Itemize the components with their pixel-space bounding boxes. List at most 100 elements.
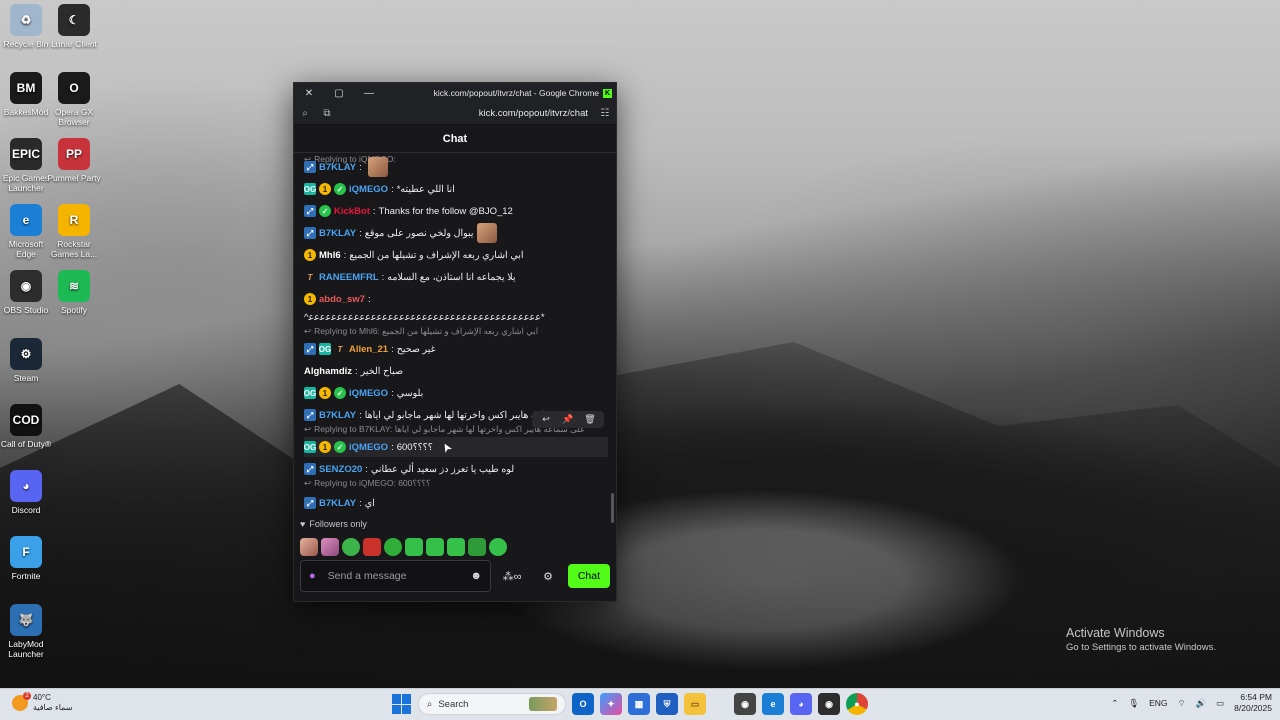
chat-username[interactable]: B7KLAY: [319, 409, 356, 422]
outlook-icon[interactable]: O: [572, 693, 594, 715]
edge-icon: e: [10, 204, 42, 236]
chat-popup-window[interactable]: ✕ ▢ — kick.com/popout/itvrz/chat - Googl…: [293, 82, 617, 602]
chat-username[interactable]: iQMEGO: [349, 441, 388, 454]
chat-message[interactable]: 1 Mhl6: ابي اشاري ربعه الإشراف و تشيلها من…: [304, 245, 608, 265]
emote-button[interactable]: [447, 538, 465, 556]
emote-button[interactable]: [384, 538, 402, 556]
desktop-shortcut[interactable]: ☾ Lunar Client: [46, 4, 102, 49]
zoom-icon[interactable]: ⌕: [294, 108, 316, 119]
chat-username[interactable]: KickBot: [334, 205, 370, 218]
verified-badge-icon: ✓: [334, 441, 346, 453]
emote-button[interactable]: [468, 538, 486, 556]
chat-message-list[interactable]: ↩ Replying to iQMEGO: ⤢ B7KLAY: OG 1 ✓ iQMEGO: *…: [294, 153, 616, 525]
message-text: لوه طيب يا تعرز دز سعيد ألي عطاني: [370, 463, 515, 475]
emote-button[interactable]: [489, 538, 507, 556]
chat-username[interactable]: B7KLAY: [319, 161, 356, 174]
tune-icon[interactable]: ☷: [594, 108, 616, 119]
chat-message[interactable]: OG 1 ✓ iQMEGO: بلوسي: [304, 383, 608, 403]
copilot-icon[interactable]: ✦: [600, 693, 622, 715]
message-input[interactable]: ● Send a message ☻: [300, 560, 491, 592]
desktop-shortcut-label: Opera GX Browser: [54, 107, 94, 127]
start-button[interactable]: [392, 694, 412, 714]
site-info-icon[interactable]: ⧉: [316, 108, 338, 119]
chat-message[interactable]: ^ﻋﻋﻋﻋﻋﻋﻋﻋﻋﻋﻋﻋﻋﻋﻋﻋﻋﻋﻋﻋﻋﻋﻋﻋﻋﻋﻋﻋﻋﻋﻋﻋﻋﻋﻋﻋﻋﻋﻋ…: [304, 311, 608, 324]
desktop-shortcut[interactable]: COD Call of Duty®: [0, 404, 54, 449]
username-separator: :: [367, 293, 371, 305]
weather-widget[interactable]: 2 40°C سماء صافية: [12, 692, 73, 713]
desktop-shortcut[interactable]: 🐺 LabyMod Launcher: [0, 604, 54, 659]
app-icon[interactable]: ◉: [734, 693, 756, 715]
discord-taskbar-icon[interactable]: ◕: [790, 693, 812, 715]
chat-message[interactable]: 1 abdo_sw7:: [304, 289, 608, 309]
chat-username[interactable]: iQMEGO: [349, 387, 388, 400]
url-text[interactable]: kick.com/popout/itvrz/chat: [338, 108, 594, 119]
emote-button[interactable]: [300, 538, 318, 556]
chrome-taskbar-icon[interactable]: ●: [846, 693, 868, 715]
delete-icon[interactable]: 🗑: [580, 413, 600, 426]
recent-emotes-row: [300, 538, 507, 556]
obs-taskbar-icon[interactable]: ◉: [818, 693, 840, 715]
settings-gear-icon[interactable]: ⚙: [535, 570, 561, 583]
chat-username[interactable]: Mhl6: [319, 249, 341, 262]
message-placeholder[interactable]: Send a message: [328, 570, 471, 582]
chevron-up-icon[interactable]: ⌃: [1111, 698, 1118, 709]
chat-message[interactable]: ⤢ OG T Allen_21: غير صحيح: [304, 339, 608, 359]
edge-taskbar-icon[interactable]: e: [762, 693, 784, 715]
defender-icon[interactable]: ⛨: [656, 693, 678, 715]
minimize-window-button[interactable]: —: [354, 88, 384, 99]
chat-username[interactable]: SENZO20: [319, 463, 362, 476]
emote-button[interactable]: [321, 538, 339, 556]
emoji-picker-icon[interactable]: ☻: [470, 570, 482, 582]
og-badge-icon: OG: [303, 387, 317, 399]
chat-message[interactable]: ⤢ B7KLAY: اي: [304, 493, 608, 513]
wifi-icon[interactable]: ⌔: [1178, 698, 1186, 709]
close-window-button[interactable]: ✕: [294, 88, 324, 99]
microphone-tray-icon[interactable]: 🎙: [1128, 698, 1139, 709]
gifter-badge-icon: 1: [319, 387, 331, 399]
chat-message[interactable]: ⤢ SENZO20: لوه طيب يا تعرز دز سعيد ألي عطا…: [304, 459, 608, 479]
pin-icon[interactable]: 📌: [558, 413, 578, 426]
chat-username[interactable]: abdo_sw7: [319, 293, 365, 306]
taskbar-search[interactable]: ⌕ Search: [418, 693, 566, 715]
battery-icon[interactable]: ▭: [1216, 698, 1224, 709]
clock[interactable]: 6:54 PM 8/20/2025: [1234, 692, 1272, 714]
kick-points-icon[interactable]: ⁂∞: [499, 570, 525, 583]
reply-context[interactable]: ↩ Replying to Mhl6: ابي اشاري ربعه الإشرا…: [304, 325, 608, 337]
volume-icon[interactable]: 🔊: [1196, 698, 1207, 709]
window-titlebar[interactable]: ✕ ▢ — kick.com/popout/itvrz/chat - Googl…: [294, 83, 616, 103]
emote-button[interactable]: [342, 538, 360, 556]
emote-button[interactable]: [405, 538, 423, 556]
chat-message[interactable]: ⤢ ✓ KickBot: Thanks for the follow @BJO_12: [304, 201, 608, 221]
reply-context[interactable]: ↩ Replying to iQMEGO: 600؟؟؟؟: [304, 477, 608, 489]
address-bar[interactable]: ⌕ ⧉ kick.com/popout/itvrz/chat ☷: [294, 103, 616, 125]
microphone-icon[interactable]: ●: [309, 570, 316, 582]
chat-username[interactable]: RANEEMFRL: [319, 271, 379, 284]
maximize-window-button[interactable]: ▢: [324, 88, 354, 99]
chat-message[interactable]: Alghamdiz: صباح الخير: [304, 361, 608, 381]
desktop-shortcut[interactable]: ⚙ Steam: [0, 338, 54, 383]
chat-message[interactable]: OG 1 ✓ iQMEGO:600؟؟؟؟ ↩ 📌 🗑 ➤: [304, 411, 608, 457]
chat-username[interactable]: B7KLAY: [319, 227, 356, 240]
chat-message[interactable]: ⤢ B7KLAY: يبوال ولخي نصور على موقع: [304, 223, 608, 243]
store-icon[interactable]: ▦: [628, 693, 650, 715]
chat-message[interactable]: T RANEEMFRL: يلا يجماعه انا استاذن، مع الس…: [304, 267, 608, 287]
reply-icon[interactable]: ↩: [536, 413, 556, 426]
desktop-shortcut[interactable]: O Opera GX Browser: [46, 72, 102, 127]
chat-scrollbar[interactable]: [611, 493, 614, 523]
language-indicator[interactable]: ENG: [1149, 698, 1167, 708]
chat-username[interactable]: Allen_21: [349, 343, 388, 356]
chat-username[interactable]: Alghamdiz: [304, 365, 352, 378]
file-explorer-icon[interactable]: ▭: [684, 693, 706, 715]
chat-message[interactable]: ⤢ B7KLAY:: [304, 157, 608, 177]
desktop-shortcut[interactable]: PP Pummel Party: [46, 138, 102, 183]
chat-username[interactable]: B7KLAY: [319, 497, 356, 510]
desktop-shortcut[interactable]: ◕ Discord: [0, 470, 54, 515]
chat-message[interactable]: OG 1 ✓ iQMEGO: *انا اللي عطيته: [304, 179, 608, 199]
desktop-shortcut[interactable]: F Fortnite: [0, 536, 54, 581]
desktop-shortcut[interactable]: R Rockstar Games La...: [46, 204, 102, 259]
emote-button[interactable]: [426, 538, 444, 556]
chat-username[interactable]: iQMEGO: [349, 183, 388, 196]
send-chat-button[interactable]: Chat: [567, 564, 610, 588]
emote-button[interactable]: [363, 538, 381, 556]
desktop-shortcut[interactable]: ≋ Spotify: [46, 270, 102, 315]
